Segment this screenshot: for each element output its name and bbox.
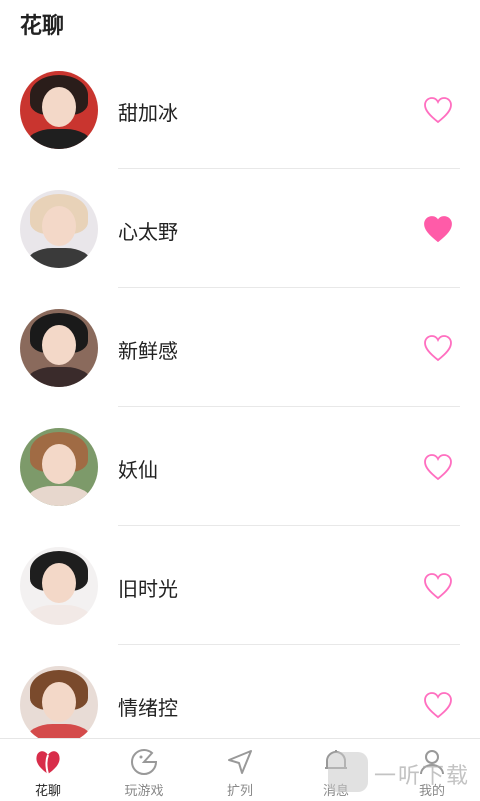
avatar[interactable] [20,190,98,268]
heart-outline-icon[interactable] [423,691,453,719]
heart-filled-icon[interactable] [423,215,453,243]
game-icon [131,748,158,775]
list-item[interactable]: 情绪控 [0,645,480,738]
tab-messages[interactable]: 消息 [288,739,384,801]
tab-label: 扩列 [226,784,253,799]
user-name[interactable]: 新鲜感 [118,335,178,364]
heart-outline-icon[interactable] [423,453,453,481]
app-header: 花聊 [0,0,480,48]
list-item[interactable]: 甜加冰 [0,50,480,169]
avatar[interactable] [20,666,98,738]
user-name[interactable]: 甜加冰 [118,97,178,126]
list-item[interactable]: 旧时光 [0,526,480,645]
user-name[interactable]: 心太野 [118,216,178,245]
tab-huaqiao[interactable]: 花聊 [0,739,96,801]
match-list: 甜加冰心太野新鲜感妖仙旧时光情绪控 [0,50,480,738]
bottom-tab-bar: 花聊 玩游戏 扩列 消息 我的 [0,738,480,801]
avatar[interactable] [20,309,98,387]
avatar[interactable] [20,547,98,625]
flower-chat-icon [36,751,60,775]
page-title: 花聊 [20,14,65,39]
tab-play-games[interactable]: 玩游戏 [96,739,192,801]
user-name[interactable]: 妖仙 [118,454,158,483]
tab-label: 我的 [418,784,445,799]
tab-label: 花聊 [34,784,61,799]
tab-me[interactable]: 我的 [384,739,480,801]
tab-expand[interactable]: 扩列 [192,739,288,801]
message-icon [325,750,347,769]
list-item[interactable]: 新鲜感 [0,288,480,407]
profile-icon [420,750,444,775]
avatar[interactable] [20,428,98,506]
avatar[interactable] [20,71,98,149]
user-name[interactable]: 旧时光 [118,573,178,602]
tab-label: 玩游戏 [124,784,164,799]
list-item[interactable]: 心太野 [0,169,480,288]
user-name[interactable]: 情绪控 [118,692,178,721]
heart-outline-icon[interactable] [423,334,453,362]
list-item[interactable]: 妖仙 [0,407,480,526]
heart-outline-icon[interactable] [423,572,453,600]
heart-outline-icon[interactable] [423,96,453,124]
send-arrow-icon [228,750,252,774]
tab-label: 消息 [322,784,349,799]
